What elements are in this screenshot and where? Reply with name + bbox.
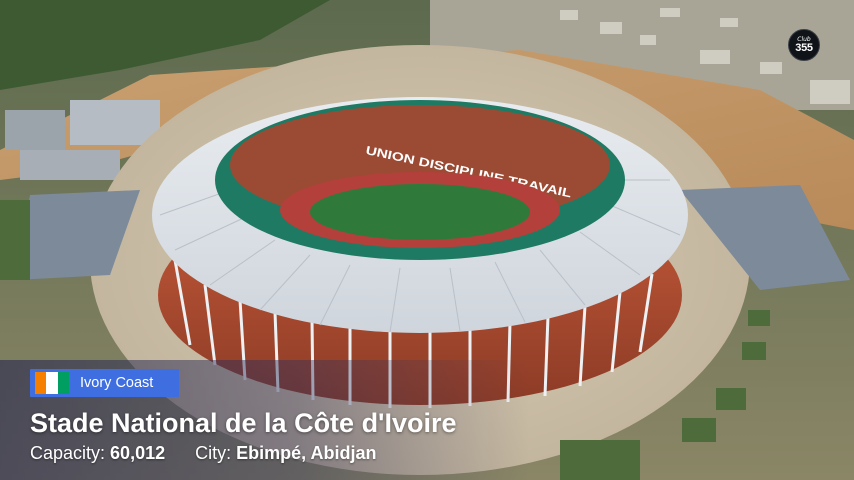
flag-stripe-white — [46, 372, 58, 394]
channel-logo: Club 355 — [788, 29, 820, 61]
country-name: Ivory Coast — [80, 375, 154, 391]
flag-stripe-green — [57, 372, 69, 394]
city-label: City: — [195, 443, 237, 463]
capacity-label: Capacity: — [30, 443, 111, 463]
stadium-name: Stade National de la Côte d'Ivoire — [30, 408, 457, 438]
flag-icon — [35, 372, 69, 394]
flag-stripe-orange — [35, 372, 47, 394]
video-frame: UNION DISCIPLINE TRAVAIL Club 355 Ivory … — [0, 0, 854, 480]
pitch — [310, 184, 530, 240]
channel-logo-number: 355 — [795, 42, 813, 54]
city-value: Ebimpé, Abidjan — [236, 443, 377, 463]
capacity-value: 60,012 — [110, 443, 166, 463]
stadium-info: Capacity: 60,012 City: Ebimpé, Abidjan — [30, 442, 377, 464]
country-badge: Ivory Coast — [30, 369, 179, 397]
